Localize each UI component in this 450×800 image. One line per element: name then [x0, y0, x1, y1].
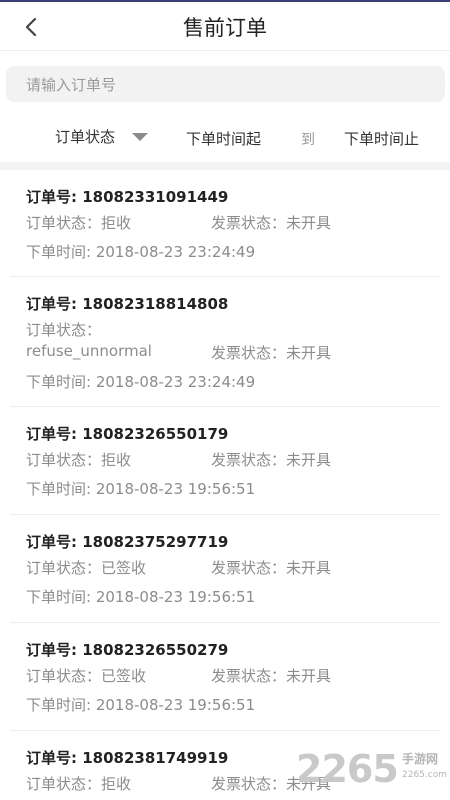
order-status-value: refuse_unnormal: [26, 342, 152, 360]
order-item[interactable]: 订单号: 18082375297719 订单状态：已签收 发票状态：未开具 下单…: [0, 515, 450, 623]
invoice-status: 发票状态：未开具: [211, 344, 332, 362]
order-number: 订单号: 18082326550179: [26, 425, 229, 443]
invoice-status: 发票状态：未开具: [211, 559, 332, 577]
invoice-status: 发票状态：未开具: [211, 214, 332, 232]
order-status: 订单状态：拒收: [26, 214, 132, 232]
order-status: 订单状态：已签收: [26, 559, 147, 577]
invoice-status: 发票状态：未开具: [211, 667, 332, 685]
order-status: 订单状态：已签收: [26, 667, 147, 685]
order-time: 下单时间: 2018-08-23 19:56:51: [26, 588, 256, 606]
search-placeholder: 请输入订单号: [26, 76, 117, 94]
order-item[interactable]: 订单号: 18082326550279 订单状态：已签收 发票状态：未开具 下单…: [0, 623, 450, 731]
order-status: 订单状态：拒收: [26, 775, 132, 793]
order-time: 下单时间: 2018-08-23 23:24:49: [26, 373, 256, 391]
order-item[interactable]: 订单号: 18082326550179 订单状态：拒收 发票状态：未开具 下单时…: [0, 407, 450, 515]
order-number: 订单号: 18082381749919: [26, 749, 229, 767]
order-item[interactable]: 订单号: 18082331091449 订单状态：拒收 发票状态：未开具 下单时…: [0, 170, 450, 277]
order-number: 订单号: 18082331091449: [26, 188, 229, 206]
order-number: 订单号: 18082375297719: [26, 533, 229, 551]
order-time: 下单时间: 2018-08-23 19:56:51: [26, 696, 256, 714]
search-input[interactable]: 请输入订单号: [6, 66, 445, 102]
order-item[interactable]: 订单号: 18082318814808 订单状态： refuse_unnorma…: [0, 277, 450, 407]
watermark-url: 2265.com: [402, 770, 447, 780]
watermark-logo: 2265 手游网 2265.com: [296, 746, 448, 792]
caret-down-icon[interactable]: [132, 133, 148, 141]
watermark-number: 2265: [296, 747, 399, 791]
order-number: 订单号: 18082318814808: [26, 295, 229, 313]
order-status: 订单状态：: [26, 321, 102, 339]
invoice-status: 发票状态：未开具: [211, 451, 332, 469]
app-header: 售前订单: [0, 2, 450, 50]
filter-bar: 订单状态 下单时间起 到 下单时间止: [0, 112, 450, 162]
order-time: 下单时间: 2018-08-23 19:56:51: [26, 480, 256, 498]
order-status: 订单状态：拒收: [26, 451, 132, 469]
order-number: 订单号: 18082326550279: [26, 641, 229, 659]
end-time-picker[interactable]: 下单时间止: [344, 128, 419, 149]
watermark-text: 手游网: [402, 752, 439, 766]
page-title: 售前订单: [183, 16, 267, 40]
order-time: 下单时间: 2018-08-23 23:24:49: [26, 243, 256, 261]
header-divider: [0, 50, 450, 51]
range-separator: 到: [301, 132, 315, 148]
start-time-picker[interactable]: 下单时间起: [186, 128, 261, 149]
order-list: 订单号: 18082331091449 订单状态：拒收 发票状态：未开具 下单时…: [0, 170, 450, 800]
section-gap: [0, 162, 450, 170]
status-filter-dropdown[interactable]: 订单状态: [55, 126, 115, 147]
